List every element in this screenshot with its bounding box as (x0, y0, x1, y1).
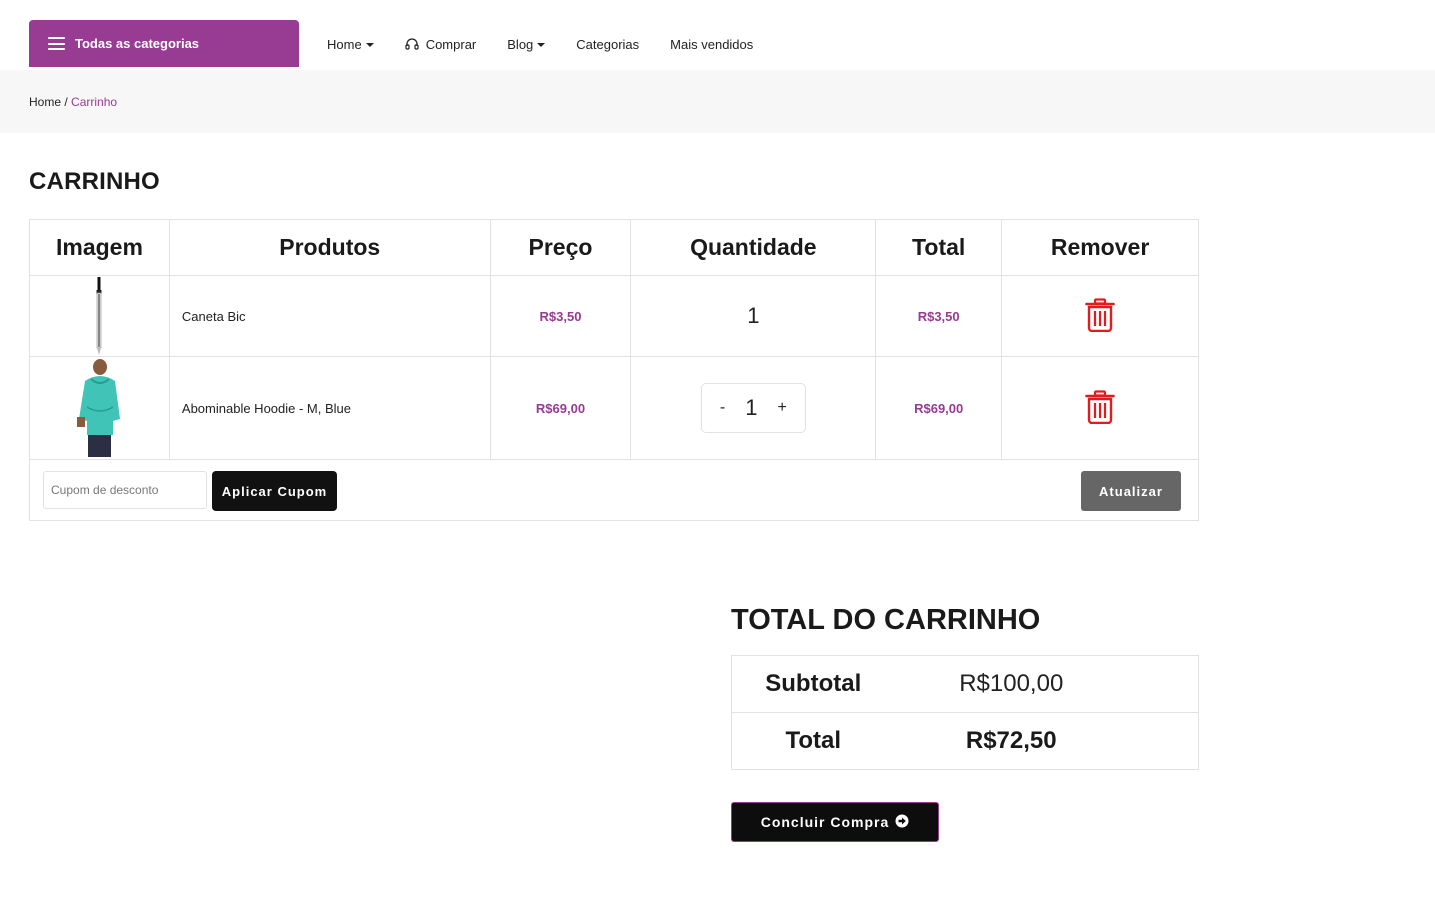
decrease-quantity-button[interactable]: - (720, 399, 725, 417)
nav-home-label: Home (327, 37, 362, 52)
coupon-input[interactable] (43, 471, 207, 509)
header-products: Produtos (168, 219, 491, 276)
table-row: Caneta Bic R$3,50 1 R$3,50 (29, 275, 1199, 357)
headset-icon (405, 38, 419, 51)
coupon-cell: Aplicar Cupom Atualizar (29, 459, 1199, 521)
quantity-value[interactable]: 1 (745, 395, 757, 421)
hamburger-icon (48, 37, 65, 50)
arrow-right-icon (895, 814, 909, 831)
product-image-cell (29, 356, 170, 460)
nav-mais-vendidos-label: Mais vendidos (670, 37, 754, 52)
update-cart-button[interactable]: Atualizar (1081, 471, 1181, 511)
quantity-cell: 1 (630, 275, 877, 357)
subtotal-label: Subtotal (731, 655, 895, 713)
checkout-button[interactable]: Concluir Compra (731, 802, 939, 842)
header-quantity: Quantidade (630, 219, 877, 276)
nav-item-home[interactable]: Home (327, 37, 374, 52)
header-total: Total (875, 219, 1003, 276)
breadcrumb: Home / Carrinho (29, 95, 117, 109)
cart-table: Imagem Produtos Preço Quantidade Total R… (29, 219, 1199, 521)
subtotal-row: Subtotal R$100,00 (731, 655, 1199, 713)
nav-item-categorias[interactable]: Categorias (576, 37, 639, 52)
nav-blog-label: Blog (507, 37, 534, 52)
product-total: R$3,50 (875, 275, 1003, 357)
nav-categorias-label: Categorias (576, 37, 640, 52)
product-total: R$69,00 (875, 356, 1003, 460)
nav-comprar-label: Comprar (425, 37, 477, 52)
caret-down-icon (365, 43, 374, 47)
subtotal-value: R$100,00 (894, 655, 1199, 713)
header-remove: Remover (1001, 219, 1199, 276)
hoodie-image[interactable] (73, 357, 125, 459)
product-name[interactable]: Caneta Bic (168, 275, 491, 357)
cart-totals-table: Subtotal R$100,00 Total R$72,50 (731, 655, 1199, 770)
cart-totals-title: TOTAL DO CARRINHO (731, 604, 1041, 636)
coupon-row: Aplicar Cupom Atualizar (29, 459, 1199, 521)
increase-quantity-button[interactable]: + (777, 399, 786, 417)
page-title: CARRINHO (29, 168, 160, 195)
pen-image[interactable] (93, 276, 105, 356)
breadcrumb-bar: Home / Carrinho (0, 70, 1435, 133)
trash-icon[interactable] (1085, 297, 1115, 335)
breadcrumb-current: Carrinho (71, 95, 118, 109)
nav-item-mais-vendidos[interactable]: Mais vendidos (670, 37, 753, 52)
product-name[interactable]: Abominable Hoodie - M, Blue (168, 356, 491, 460)
product-price: R$69,00 (489, 356, 632, 460)
breadcrumb-separator: / (61, 95, 72, 109)
all-categories-button[interactable]: Todas as categorias (29, 20, 299, 67)
quantity-cell: - 1 + (630, 356, 877, 460)
main-menu: Home Comprar Blog Categorias Mais vendid… (327, 37, 784, 52)
product-price: R$3,50 (489, 275, 632, 357)
remove-cell (1001, 275, 1199, 357)
nav-item-comprar[interactable]: Comprar (405, 37, 477, 52)
navbar: Todas as categorias Home Comprar Blog Ca… (0, 0, 1435, 70)
header-price: Preço (489, 219, 632, 276)
product-image-cell (29, 275, 170, 357)
remove-cell (1001, 356, 1199, 460)
breadcrumb-home[interactable]: Home (29, 95, 61, 109)
cart-header-row: Imagem Produtos Preço Quantidade Total R… (29, 219, 1199, 276)
header-image: Imagem (29, 219, 170, 276)
total-row: Total R$72,50 (731, 712, 1199, 770)
table-row: Abominable Hoodie - M, Blue R$69,00 - 1 … (29, 356, 1199, 460)
checkout-label: Concluir Compra (760, 814, 890, 830)
nav-item-blog[interactable]: Blog (507, 37, 546, 52)
apply-coupon-button[interactable]: Aplicar Cupom (212, 471, 337, 511)
trash-icon[interactable] (1085, 389, 1115, 427)
quantity-stepper: - 1 + (700, 383, 806, 433)
total-value: R$72,50 (894, 712, 1199, 770)
all-categories-label: Todas as categorias (75, 36, 200, 51)
caret-down-icon (537, 43, 546, 47)
total-label: Total (731, 712, 895, 770)
quantity-value: 1 (747, 303, 760, 328)
